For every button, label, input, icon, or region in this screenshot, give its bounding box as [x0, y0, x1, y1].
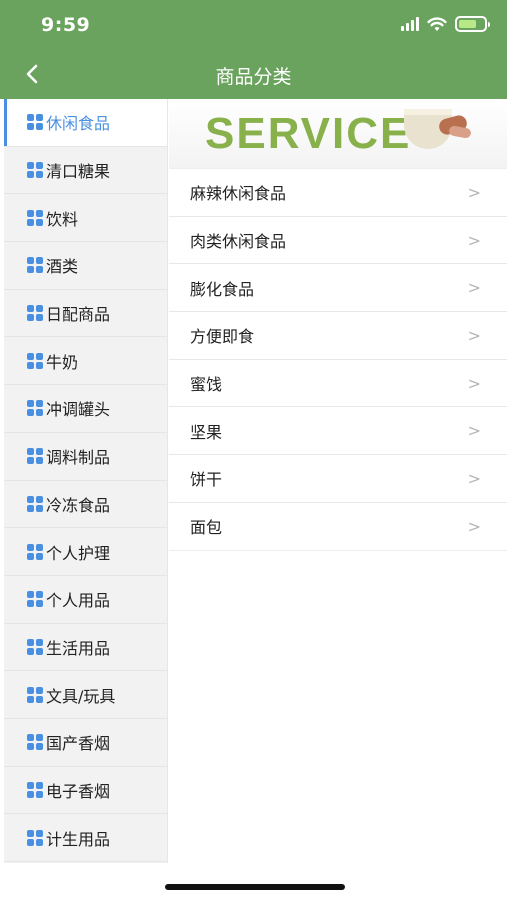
- sidebar-item-label: 日配商品: [46, 305, 111, 325]
- grid-icon: [27, 686, 43, 703]
- subcategory-item[interactable]: 饼干 >: [169, 455, 507, 503]
- sidebar-item-label: 文具/玩具: [46, 686, 116, 706]
- meat-image: [448, 125, 472, 139]
- battery-icon: [455, 16, 490, 32]
- sidebar-item-e-cigarettes[interactable]: 电子香烟: [4, 767, 167, 815]
- chevron-right-icon: >: [467, 230, 481, 250]
- subcategory-list: 麻辣休闲食品 > 肉类休闲食品 > 膨化食品 > 方便即食 > 蜜饯 > 坚果 …: [169, 169, 507, 551]
- sidebar-item-label: 牛奶: [46, 352, 79, 372]
- sidebar-item-family-planning[interactable]: 计生用品: [4, 814, 167, 862]
- subcategory-item[interactable]: 肉类休闲食品 >: [169, 217, 507, 265]
- sidebar-item-label: 调料制品: [46, 448, 111, 468]
- subcategory-item[interactable]: 方便即食 >: [169, 312, 507, 360]
- sidebar-item-label: 国产香烟: [46, 734, 111, 754]
- sidebar-item-label: 酒类: [46, 257, 79, 277]
- subcategory-label: 肉类休闲食品: [190, 232, 287, 252]
- chevron-right-icon: >: [467, 468, 481, 488]
- grid-icon: [27, 400, 43, 417]
- chevron-right-icon: >: [467, 182, 481, 202]
- subcategory-label: 面包: [190, 518, 223, 538]
- grid-icon: [27, 638, 43, 655]
- sidebar-item-label: 休闲食品: [46, 114, 111, 134]
- sidebar-item-candy[interactable]: 清口糖果: [4, 147, 167, 195]
- sidebar-item-label: 清口糖果: [46, 162, 111, 182]
- battery-level: [459, 20, 476, 28]
- sidebar-item-daily-goods[interactable]: 日配商品: [4, 290, 167, 338]
- chevron-right-icon: >: [467, 278, 481, 298]
- sidebar-item-seasoning[interactable]: 调料制品: [4, 433, 167, 481]
- sidebar-item-snacks[interactable]: 休闲食品: [4, 99, 167, 147]
- subcategory-item[interactable]: 坚果 >: [169, 407, 507, 456]
- grid-icon: [27, 257, 43, 274]
- subcategory-panel: SERVICE 麻辣休闲食品 > 肉类休闲食品 > 膨化食品 > 方便即食 > …: [169, 99, 507, 863]
- sidebar-item-stationery-toys[interactable]: 文具/玩具: [4, 671, 167, 719]
- sidebar-item-canned[interactable]: 冲调罐头: [4, 385, 167, 433]
- sidebar-item-label: 个人护理: [46, 543, 111, 563]
- grid-icon: [27, 162, 43, 179]
- cellular-signal-icon: [401, 17, 419, 31]
- sidebar-item-label: 电子香烟: [46, 781, 111, 801]
- wifi-icon: [427, 16, 447, 31]
- grid-icon: [27, 352, 43, 369]
- sidebar-item-personal-care[interactable]: 个人护理: [4, 528, 167, 576]
- banner-text: SERVICE: [205, 109, 412, 158]
- sidebar-item-label: 计生用品: [46, 829, 111, 849]
- subcategory-label: 膨化食品: [190, 279, 255, 299]
- sidebar-item-label: 个人用品: [46, 591, 111, 611]
- subcategory-label: 蜜饯: [190, 375, 223, 395]
- sidebar-item-personal-goods[interactable]: 个人用品: [4, 576, 167, 624]
- subcategory-item[interactable]: 面包 >: [169, 503, 507, 551]
- grid-icon: [27, 781, 43, 798]
- subcategory-label: 坚果: [190, 422, 223, 442]
- sidebar-item-domestic-cigarettes[interactable]: 国产香烟: [4, 719, 167, 767]
- status-time: 9:59: [41, 14, 91, 36]
- chevron-right-icon: >: [467, 373, 481, 393]
- sidebar-item-label: 饮料: [46, 209, 79, 229]
- status-bar: 9:59: [0, 0, 507, 50]
- chevron-right-icon: >: [467, 325, 481, 345]
- grid-icon: [27, 209, 43, 226]
- grid-icon: [27, 829, 43, 846]
- sidebar-item-label: 冲调罐头: [46, 400, 111, 420]
- grid-icon: [27, 543, 43, 560]
- sidebar-item-household[interactable]: 生活用品: [4, 624, 167, 672]
- subcategory-item[interactable]: 麻辣休闲食品 >: [169, 169, 507, 217]
- grid-icon: [27, 114, 43, 131]
- sidebar-item-frozen[interactable]: 冷冻食品: [4, 481, 167, 529]
- sidebar-item-milk[interactable]: 牛奶: [4, 337, 167, 386]
- sidebar-item-alcohol[interactable]: 酒类: [4, 242, 167, 290]
- subcategory-item[interactable]: 蜜饯 >: [169, 360, 507, 408]
- grid-icon: [27, 495, 43, 512]
- sidebar-item-drinks[interactable]: 饮料: [4, 194, 167, 243]
- home-indicator[interactable]: [165, 884, 345, 890]
- category-banner: SERVICE: [169, 99, 507, 169]
- chevron-right-icon: >: [467, 421, 481, 441]
- subcategory-label: 方便即食: [190, 327, 255, 347]
- grid-icon: [27, 448, 43, 465]
- chevron-right-icon: >: [467, 516, 481, 536]
- app-header: 9:59 商品分类: [0, 0, 507, 99]
- nav-bar: 商品分类: [0, 50, 507, 99]
- grid-icon: [27, 591, 43, 608]
- category-sidebar: 休闲食品 清口糖果 饮料 酒类 日配商品 牛奶 冲调罐头 调料制品 冷冻食品 个…: [4, 99, 168, 863]
- grid-icon: [27, 305, 43, 322]
- subcategory-label: 麻辣休闲食品: [190, 184, 287, 204]
- sidebar-item-label: 生活用品: [46, 638, 111, 658]
- sidebar-item-label: 冷冻食品: [46, 495, 111, 515]
- subcategory-label: 饼干: [190, 470, 223, 490]
- status-icons: [401, 16, 490, 32]
- subcategory-item[interactable]: 膨化食品 >: [169, 264, 507, 313]
- page-title: 商品分类: [215, 66, 292, 88]
- grid-icon: [27, 734, 43, 751]
